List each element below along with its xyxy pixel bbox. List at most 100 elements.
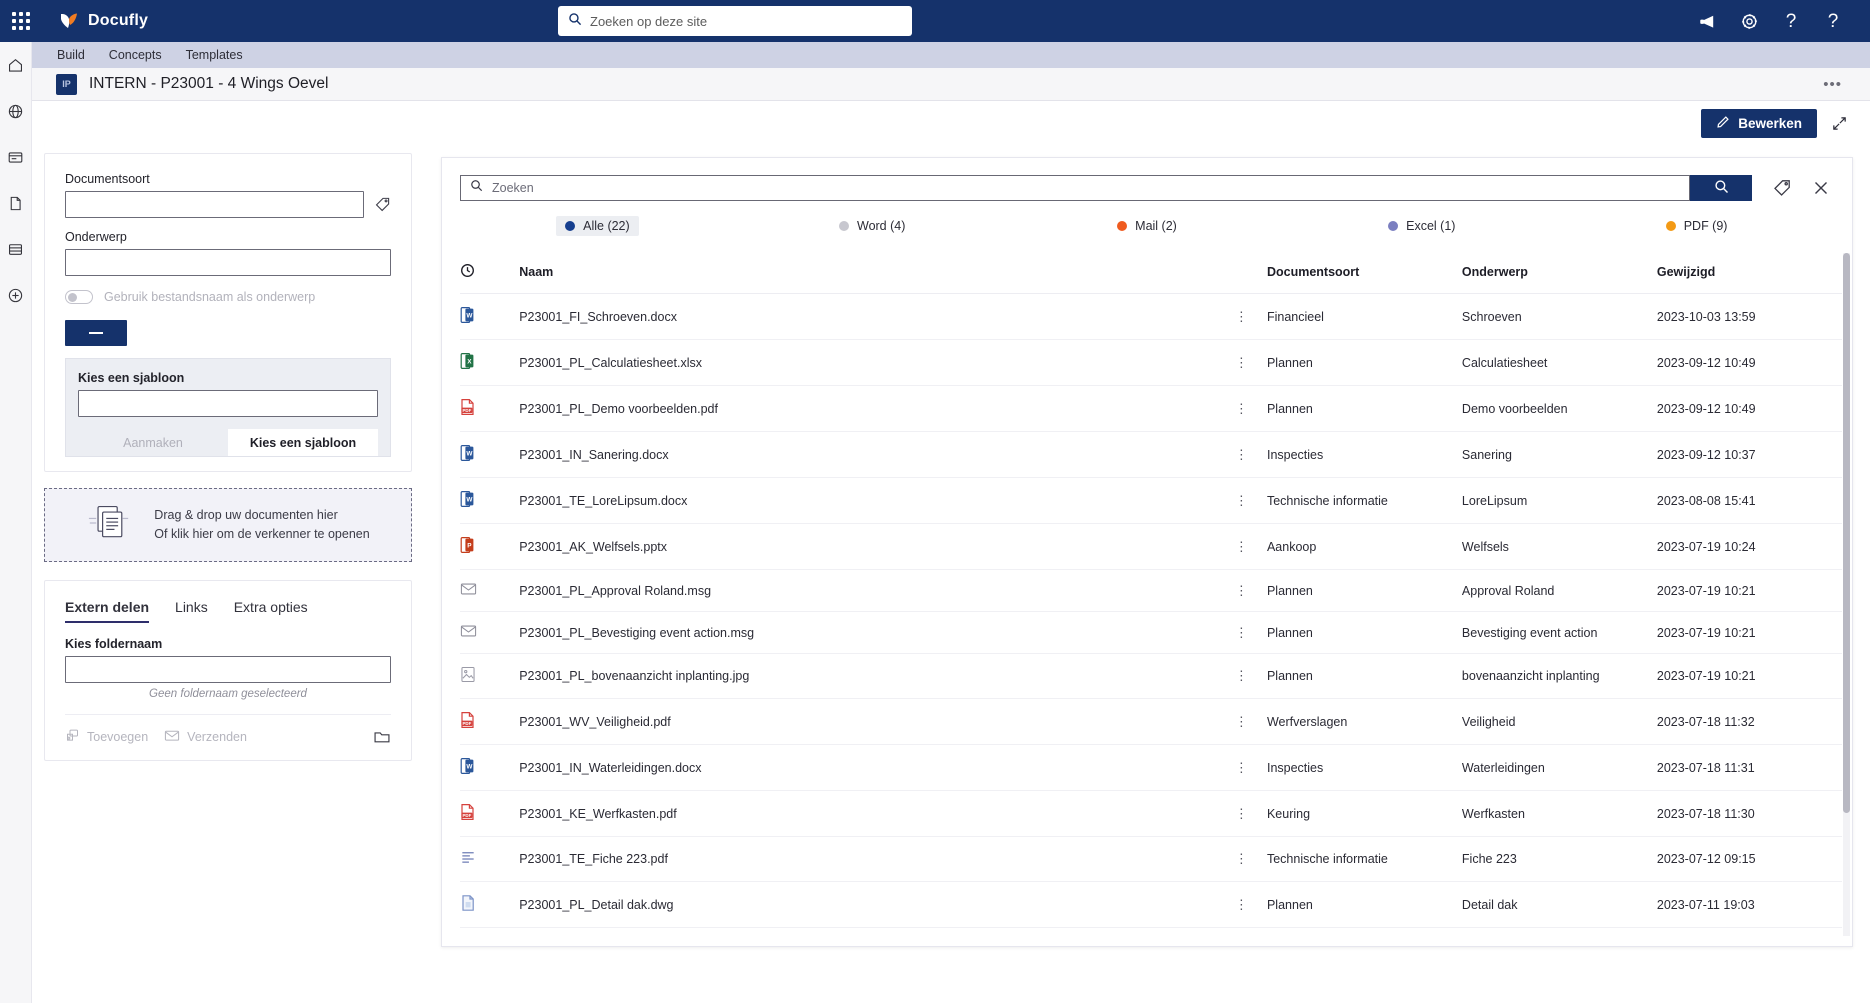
brand[interactable]: Docufly	[58, 10, 148, 32]
document-icon[interactable]	[3, 190, 29, 216]
folder-input[interactable]	[65, 656, 391, 683]
tag-icon[interactable]	[1772, 178, 1792, 198]
onderwerp-input[interactable]	[65, 249, 391, 276]
tab-links[interactable]: Links	[175, 599, 208, 623]
dropzone[interactable]: Drag & drop uw documenten hier Of klik h…	[44, 488, 412, 562]
tab-extern-delen[interactable]: Extern delen	[65, 599, 150, 623]
onderwerp-cell: Veiligheid	[1461, 698, 1657, 745]
tag-icon[interactable]	[374, 196, 391, 213]
file-name-cell[interactable]: P23001_IN_Sanering.docx	[519, 431, 1235, 478]
global-search-input[interactable]: Zoeken op deze site	[558, 6, 912, 36]
row-overflow-icon[interactable]: ⋮	[1235, 447, 1248, 462]
file-name-cell[interactable]: P23001_PL_Calculatiesheet.xlsx	[519, 339, 1235, 386]
use-filename-toggle[interactable]	[65, 290, 93, 304]
question-icon[interactable]: ?	[1820, 8, 1846, 34]
table-row[interactable]: PDF P23001_KE_Werfkasten.pdf ⋮ Keuring Werfk…	[460, 790, 1842, 837]
tab-extra-opties[interactable]: Extra opties	[234, 599, 308, 623]
file-name-cell[interactable]: P23001_FI_Schroeven.docx	[519, 293, 1235, 340]
expand-icon[interactable]	[1831, 115, 1848, 132]
filter-mail[interactable]: Mail (2)	[1010, 211, 1285, 241]
file-name-cell[interactable]: P23001_PL_bovenaanzicht inplanting.jpg	[519, 653, 1235, 699]
file-name-cell[interactable]: P23001_IN_Waterleidingen.docx	[519, 744, 1235, 791]
table-row[interactable]: P23001_PL_Detail dak.dwg ⋮ Plannen Detail d…	[460, 881, 1842, 928]
file-name-cell[interactable]: P23001_PL_Approval Roland.msg	[519, 569, 1235, 612]
filter-alle[interactable]: Alle (22)	[460, 211, 735, 241]
file-name-cell[interactable]: P23001_PL_Detail dak.dwg	[519, 881, 1235, 928]
edit-button[interactable]: Bewerken	[1701, 108, 1817, 138]
table-row[interactable]: PDF P23001_WV_Veiligheid.pdf ⋮ Werfverslage…	[460, 698, 1842, 745]
row-overflow-icon[interactable]: ⋮	[1235, 625, 1248, 640]
table-row[interactable]: W P23001_IN_Sanering.docx ⋮ Inspecties Saner…	[460, 431, 1842, 478]
table-row[interactable]: P23001_PL_bovenaanzicht inplanting.jpg ⋮ P…	[460, 653, 1842, 699]
onderwerp-cell: Schroeven	[1461, 293, 1657, 340]
table-row[interactable]: W P23001_FI_Schroeven.docx ⋮ Financieel Schr…	[460, 293, 1842, 340]
add-button[interactable]: Toevoegen	[65, 728, 148, 746]
file-name-cell[interactable]: P23001_PL_Bevestiging event action.msg	[519, 611, 1235, 654]
filter-pdf[interactable]: PDF (9)	[1559, 211, 1834, 241]
documents-search-input[interactable]: Zoeken	[460, 175, 1690, 201]
table-row[interactable]: P23001_PL_Approval Roland.msg ⋮ Plannen App…	[460, 569, 1842, 612]
send-button[interactable]: Verzenden	[164, 728, 247, 746]
row-overflow-icon[interactable]: ⋮	[1235, 851, 1248, 866]
minus-button[interactable]	[65, 320, 127, 346]
folder-icon[interactable]	[373, 729, 391, 745]
table-row[interactable]: P23001_PL_Bevestiging event action.msg ⋮ P…	[460, 611, 1842, 654]
onderwerp-cell: Demo voorbeelden	[1461, 385, 1657, 432]
plus-circle-icon[interactable]	[3, 282, 29, 308]
pdf-file-icon: PDF	[460, 712, 475, 732]
subnav-item-build[interactable]: Build	[57, 48, 85, 62]
filter-excel[interactable]: Excel (1)	[1284, 211, 1559, 241]
table-row[interactable]: P23001_TE_Fiche 223.pdf ⋮ Technische infor…	[460, 836, 1842, 882]
table-row[interactable]: W P23001_IN_Waterleidingen.docx ⋮ Inspectie…	[460, 744, 1842, 791]
file-name-cell[interactable]: P23001_PL_Demo voorbeelden.pdf	[519, 385, 1235, 432]
column-documentsoort[interactable]: Documentsoort	[1266, 253, 1462, 294]
row-overflow-icon[interactable]: ⋮	[1235, 760, 1248, 775]
table-row[interactable]: PDF P23001_PL_Demo voorbeelden.pdf ⋮ Planne…	[460, 385, 1842, 432]
template-input[interactable]	[78, 390, 378, 417]
app-launcher-icon[interactable]	[0, 0, 42, 42]
table-row[interactable]: W P23001_TE_LoreLipsum.docx ⋮ Technische in…	[460, 477, 1842, 524]
choose-template-button[interactable]: Kies een sjabloon	[228, 429, 378, 456]
table-row[interactable]: P P23001_AK_Welfsels.pptx ⋮ Aankoop Welfsels…	[460, 523, 1842, 570]
column-onderwerp[interactable]: Onderwerp	[1461, 253, 1657, 294]
search-submit-button[interactable]	[1690, 175, 1752, 201]
documentsoort-input[interactable]	[65, 191, 364, 218]
column-gewijzigd[interactable]: Gewijzigd	[1656, 253, 1842, 294]
documents-scrollbar[interactable]	[1843, 253, 1850, 936]
table-row[interactable]: P23001_PL_Detail balkon .dwg⋮PlannenDeta…	[460, 927, 1842, 938]
row-overflow-icon[interactable]: ⋮	[1235, 401, 1248, 416]
subnav-item-concepts[interactable]: Concepts	[109, 48, 162, 62]
create-button[interactable]: Aanmaken	[78, 429, 228, 456]
file-name-cell[interactable]: P23001_AK_Welfsels.pptx	[519, 523, 1235, 570]
help-icon[interactable]: ?	[1778, 8, 1804, 34]
row-overflow-icon[interactable]: ⋮	[1235, 714, 1248, 729]
page-overflow-icon[interactable]: •••	[1823, 76, 1842, 93]
file-name-cell[interactable]: P23001_TE_Fiche 223.pdf	[519, 836, 1235, 882]
column-clock[interactable]	[460, 253, 520, 294]
row-overflow-icon[interactable]: ⋮	[1235, 355, 1248, 370]
row-overflow-icon[interactable]: ⋮	[1235, 806, 1248, 821]
column-naam[interactable]: Naam	[519, 253, 1235, 294]
file-name-cell[interactable]: P23001_TE_LoreLipsum.docx	[519, 477, 1235, 524]
megaphone-icon[interactable]	[1694, 8, 1720, 34]
close-icon[interactable]	[1812, 179, 1830, 197]
subnav-item-templates[interactable]: Templates	[186, 48, 243, 62]
scrollbar-thumb[interactable]	[1843, 253, 1850, 813]
row-overflow-icon[interactable]: ⋮	[1235, 583, 1248, 598]
row-overflow-icon[interactable]: ⋮	[1235, 493, 1248, 508]
globe-icon[interactable]	[3, 98, 29, 124]
file-name-cell[interactable]: P23001_KE_Werfkasten.pdf	[519, 790, 1235, 837]
gear-icon[interactable]	[1736, 8, 1762, 34]
row-overflow-icon[interactable]: ⋮	[1235, 309, 1248, 324]
card-icon[interactable]	[3, 144, 29, 170]
row-overflow-icon[interactable]: ⋮	[1235, 897, 1248, 912]
row-overflow-icon[interactable]: ⋮	[1235, 668, 1248, 683]
row-overflow-icon[interactable]: ⋮	[1235, 539, 1248, 554]
table-row[interactable]: X P23001_PL_Calculatiesheet.xlsx ⋮ Plannen C…	[460, 339, 1842, 386]
file-name-cell[interactable]: P23001_WV_Veiligheid.pdf	[519, 698, 1235, 745]
table-header-row: Naam Documentsoort Onderwerp Gewijzigd	[460, 253, 1842, 294]
database-icon[interactable]	[3, 236, 29, 262]
filter-word[interactable]: Word (4)	[735, 211, 1010, 241]
file-name-cell[interactable]: P23001_PL_Detail balkon .dwg	[519, 927, 1235, 938]
home-icon[interactable]	[3, 52, 29, 78]
